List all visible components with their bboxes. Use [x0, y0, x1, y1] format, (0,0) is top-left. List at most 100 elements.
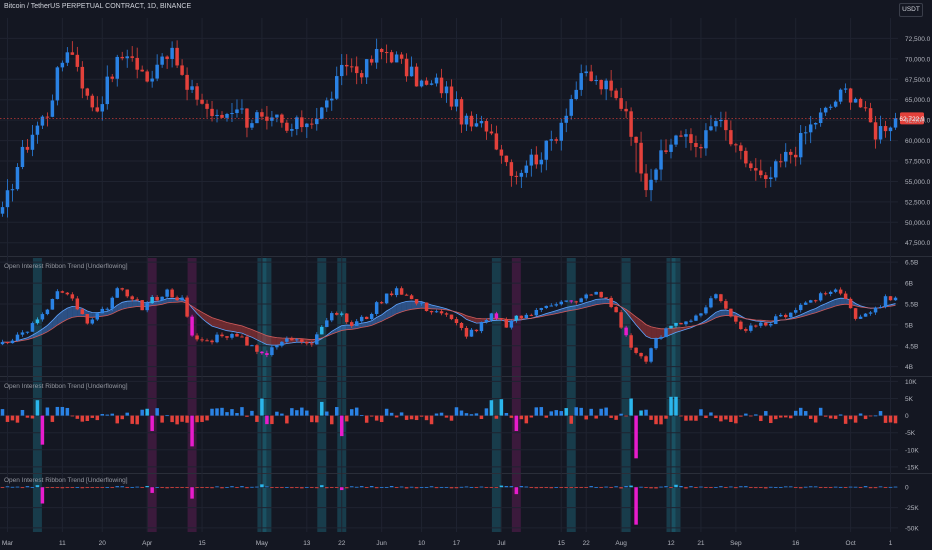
delta-bar: [514, 415, 519, 431]
price-candle: [384, 52, 389, 54]
oi-candle: [419, 302, 424, 304]
price-candle: [100, 104, 105, 112]
oi-candle: [285, 338, 289, 342]
oi-candle: [210, 340, 214, 343]
delta2-bar: [235, 487, 239, 489]
oi-candle: [70, 294, 75, 299]
oi-candle: [754, 325, 758, 327]
oi-candle: [379, 302, 384, 304]
oi-candle: [704, 307, 708, 314]
delta2-bar: [689, 486, 693, 488]
delta-bar: [0, 409, 5, 416]
delta2-bar: [35, 485, 40, 488]
price-candle: [579, 73, 583, 90]
delta-bar: [489, 400, 494, 416]
delta-bar: [120, 415, 124, 420]
delta2-bar: [694, 487, 698, 489]
time-tick-label: Mar: [2, 540, 14, 547]
price-candle: [5, 190, 10, 208]
delta-bar: [459, 410, 464, 416]
oi-candle: [245, 336, 249, 346]
delta-bar: [878, 411, 883, 416]
price-candle: [379, 48, 384, 53]
delta-bar: [379, 415, 384, 423]
delta2-bar: [0, 487, 5, 489]
oi-candle: [310, 343, 314, 345]
oi-tick-label: 4.5B: [905, 343, 918, 350]
delta2-bar: [95, 487, 100, 489]
price-candle: [529, 154, 534, 166]
delta2-bar: [564, 487, 568, 489]
price-candle: [55, 67, 60, 101]
time-tick-label: 22: [583, 540, 591, 547]
time-tick-label: 16: [792, 540, 800, 547]
oi-candle: [519, 315, 524, 319]
price-candle: [240, 108, 244, 110]
oi-candle: [180, 297, 184, 301]
delta-bar: [524, 415, 529, 424]
delta2-bar: [195, 487, 199, 489]
price-candle: [205, 103, 209, 109]
price-candle: [489, 131, 494, 134]
delta-bar: [60, 406, 65, 416]
delta2-bar: [85, 487, 90, 489]
delta2-bar: [833, 486, 838, 488]
delta2-bar: [300, 487, 304, 489]
oi-candle: [100, 308, 105, 314]
price-candle: [848, 88, 853, 103]
oi-candle: [454, 319, 459, 324]
delta2-bar: [30, 486, 35, 488]
delta2-bar: [774, 487, 778, 488]
price-candle: [170, 47, 174, 59]
price-candle: [559, 122, 563, 141]
oi-candle: [719, 294, 723, 302]
delta-bar: [774, 415, 778, 420]
delta2-tick-label: -50K: [905, 525, 919, 532]
oi-candle: [823, 293, 828, 295]
delta-bar: [170, 415, 174, 423]
price-candle: [734, 144, 738, 146]
oi-candle: [534, 309, 539, 316]
price-candle: [155, 64, 159, 79]
time-tick-label: Oct: [846, 540, 856, 547]
price-candle: [260, 112, 264, 117]
delta2-bar: [100, 487, 105, 489]
price-candle: [888, 127, 893, 132]
delta2-bar: [220, 487, 224, 489]
delta2-bar: [863, 486, 868, 488]
delta2-bar: [255, 486, 259, 488]
oi-candle: [489, 313, 494, 321]
oi-candle: [554, 304, 559, 306]
delta2-bar: [305, 486, 309, 488]
delta2-bar: [779, 487, 783, 488]
oi-candle: [200, 339, 204, 341]
delta2-bar: [549, 487, 554, 489]
delta-bar: [788, 415, 793, 419]
delta2-bar: [639, 486, 643, 488]
delta-bar: [394, 415, 399, 418]
delta2-bar: [519, 486, 524, 488]
oi-candle: [300, 339, 304, 342]
delta-bar: [175, 415, 179, 425]
currency-button[interactable]: USDT: [899, 3, 923, 17]
price-candle: [873, 122, 878, 140]
delta2-bar: [379, 487, 384, 488]
delta-bar: [344, 415, 349, 422]
price-candle: [140, 69, 144, 72]
delta-bar: [55, 406, 60, 416]
delta-bar: [559, 411, 563, 416]
price-candle: [823, 107, 828, 113]
delta2-bar: [335, 487, 339, 489]
oi-candle: [779, 314, 783, 317]
delta2-bar: [714, 487, 718, 488]
delta2-bar: [704, 487, 708, 489]
delta2-bar: [769, 486, 773, 488]
price-candle: [818, 112, 823, 124]
price-candle: [808, 124, 813, 133]
delta2-bar: [320, 485, 324, 488]
delta2-bar: [559, 487, 563, 489]
price-tick-label: 70,000.0: [905, 56, 931, 63]
oi-candle: [853, 308, 858, 319]
price-candle: [210, 108, 214, 117]
delta-bar: [295, 410, 299, 416]
